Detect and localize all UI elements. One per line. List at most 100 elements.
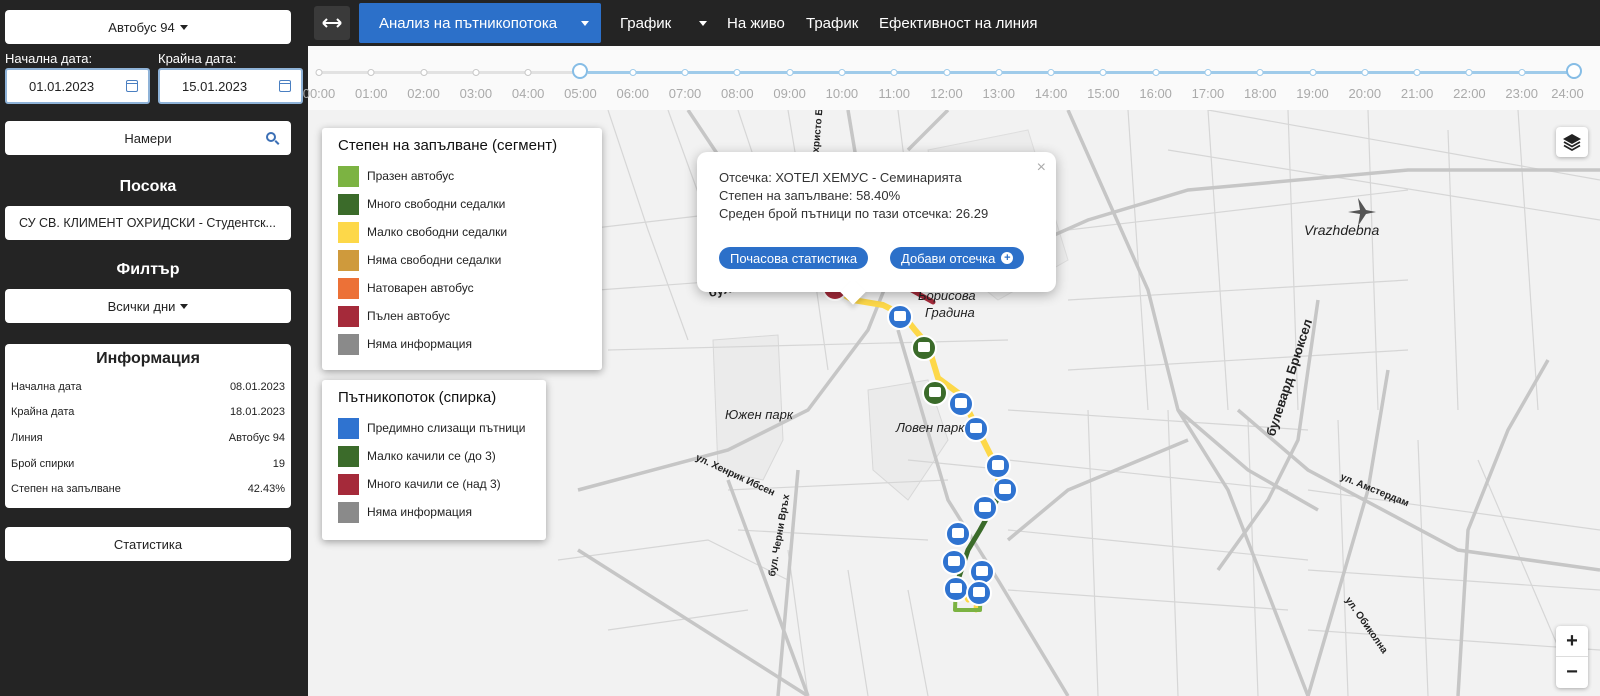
slider-tick-label: 07:00 <box>668 86 702 101</box>
stop-marker[interactable] <box>887 304 913 330</box>
legend-item: Няма информация <box>322 498 546 526</box>
nav-traffic[interactable]: Трафик <box>806 15 858 32</box>
direction-select[interactable]: СУ СВ. КЛИМЕНТ ОХРИДСКИ - Студентск... <box>5 206 291 240</box>
stop-marker[interactable] <box>945 521 971 547</box>
stop-marker[interactable] <box>966 580 992 606</box>
add-segment-button[interactable]: Добави отсечка + <box>890 247 1025 269</box>
calendar-icon[interactable] <box>126 80 138 92</box>
slider-tick[interactable] <box>1152 69 1160 76</box>
filter-dropdown[interactable]: Всички дни <box>5 289 291 323</box>
slider-tick[interactable] <box>838 69 846 76</box>
plus-circle-icon: + <box>1001 252 1014 264</box>
filter-title: Филтър <box>116 261 180 278</box>
info-title: Информация <box>96 350 200 367</box>
color-swatch <box>338 333 359 355</box>
info-row: Крайна дата 18.01.2023 <box>5 400 291 426</box>
sidebar-toggle-button[interactable] <box>314 6 350 40</box>
info-row: Начална дата 08.01.2023 <box>5 374 291 400</box>
slider-tick-label: 17:00 <box>1191 86 1225 101</box>
slider-tick[interactable] <box>1099 69 1107 76</box>
time-range-slider[interactable]: 00:00 01:00 02:00 03:00 04:00 05:00 06:00 07:00… <box>303 46 1600 110</box>
slider-tick-label: 09:00 <box>773 86 806 101</box>
segment-popup: × Отсечка: ХОТЕЛ ХЕМУС - Семинарията Сте… <box>697 152 1056 305</box>
info-panel: Информация Начална дата 08.01.2023 Крайна… <box>5 344 291 508</box>
slider-tick[interactable] <box>1361 69 1369 76</box>
search-button[interactable]: Намери <box>5 121 291 155</box>
slider-tick-label: 02:00 <box>407 86 440 101</box>
search-button-label: Намери <box>124 130 172 146</box>
slider-tick[interactable] <box>943 69 950 76</box>
calendar-icon[interactable] <box>279 80 291 92</box>
info-label: Степен на запълване <box>11 483 121 496</box>
slider-tick[interactable] <box>315 69 323 76</box>
slider-tick[interactable] <box>681 69 689 76</box>
legend-item: Няма информация <box>322 330 602 358</box>
stop-marker[interactable] <box>911 335 937 361</box>
slider-tick-label: 12:00 <box>930 86 963 101</box>
stop-marker[interactable] <box>992 477 1018 503</box>
slider-tick[interactable] <box>1465 69 1473 76</box>
close-icon[interactable]: × <box>1037 159 1046 177</box>
slider-tick[interactable] <box>786 69 794 76</box>
caret-down-icon <box>179 24 188 30</box>
start-date-input[interactable]: 01.01.2023 <box>5 68 150 104</box>
slider-handle[interactable] <box>1566 63 1582 79</box>
slider-tick[interactable] <box>629 69 637 76</box>
zoom-out-button[interactable]: − <box>1556 657 1588 688</box>
color-swatch <box>338 249 359 271</box>
color-swatch <box>338 165 359 187</box>
slider-handle[interactable] <box>572 63 589 79</box>
legend-item-label: Натоварен автобус <box>367 281 474 295</box>
caret-down-icon[interactable] <box>699 21 707 26</box>
legend-segment-occupancy: Степен на запълване (сегмент) Празен авт… <box>322 128 602 370</box>
hourly-stats-button[interactable]: Почасова статистика <box>719 247 869 269</box>
legend-item-label: Няма свободни седалки <box>367 253 502 267</box>
slider-tick[interactable] <box>1204 69 1212 76</box>
slider-tick[interactable] <box>367 69 375 76</box>
sidebar: Автобус 94 Начална дата: Крайна дата: 01… <box>0 0 308 696</box>
map-label-gradina: Градина <box>925 305 975 320</box>
info-value: 08.01.2023 <box>229 380 285 393</box>
slider-tick-label: 18:00 <box>1243 86 1277 101</box>
zoom-in-button[interactable]: + <box>1556 626 1588 657</box>
stop-marker[interactable] <box>941 549 967 575</box>
slider-tick-label: 01:00 <box>355 86 388 101</box>
stop-marker[interactable] <box>943 576 969 602</box>
stop-marker[interactable] <box>922 380 948 406</box>
nav-line-efficiency[interactable]: Ефективност на линия <box>879 15 1038 32</box>
color-swatch <box>338 277 359 299</box>
slider-tick[interactable] <box>995 69 1003 76</box>
slider-tick[interactable] <box>733 69 741 76</box>
nav-schedule[interactable]: График <box>620 15 671 32</box>
stop-marker[interactable] <box>985 453 1011 479</box>
legend-segment-list: Празен автобус Много свободни седалки Ма… <box>322 162 602 358</box>
line-select-dropdown[interactable]: Автобус 94 <box>5 10 291 44</box>
slider-tick[interactable] <box>524 69 532 76</box>
stop-marker[interactable] <box>963 416 989 442</box>
slider-tick-label: 23:00 <box>1505 86 1538 101</box>
end-date-label: Крайна дата: <box>158 51 237 66</box>
info-row: Брой спирки 19 <box>5 451 291 477</box>
stop-marker[interactable] <box>972 495 998 521</box>
slider-tick[interactable] <box>890 69 898 76</box>
slider-tick[interactable] <box>1309 69 1317 76</box>
end-date-input[interactable]: 15.01.2023 <box>158 68 303 104</box>
top-navbar: Анализ на пътникопотока График На живо Т… <box>308 0 1600 46</box>
statistics-button[interactable]: Статистика <box>5 527 291 561</box>
slider-tick-label: 22:00 <box>1453 86 1486 101</box>
layers-button[interactable] <box>1556 127 1588 157</box>
slider-tick[interactable] <box>1256 69 1264 76</box>
slider-tick-label: 08:00 <box>721 86 754 101</box>
slider-tick-label: 10:00 <box>825 86 859 101</box>
slider-tick[interactable] <box>1047 69 1055 76</box>
slider-tick[interactable] <box>1518 69 1526 76</box>
slider-tick[interactable] <box>472 69 480 76</box>
stop-marker[interactable] <box>948 391 974 417</box>
slider-tick-label: 03:00 <box>459 86 493 101</box>
nav-live[interactable]: На живо <box>727 15 785 32</box>
tab-passenger-flow[interactable]: Анализ на пътникопотока <box>359 3 601 43</box>
slider-tick[interactable] <box>420 69 428 76</box>
slider-tick[interactable] <box>1413 69 1421 76</box>
info-label: Начална дата <box>11 380 82 393</box>
slider-tick-label: 13:00 <box>982 86 1016 101</box>
